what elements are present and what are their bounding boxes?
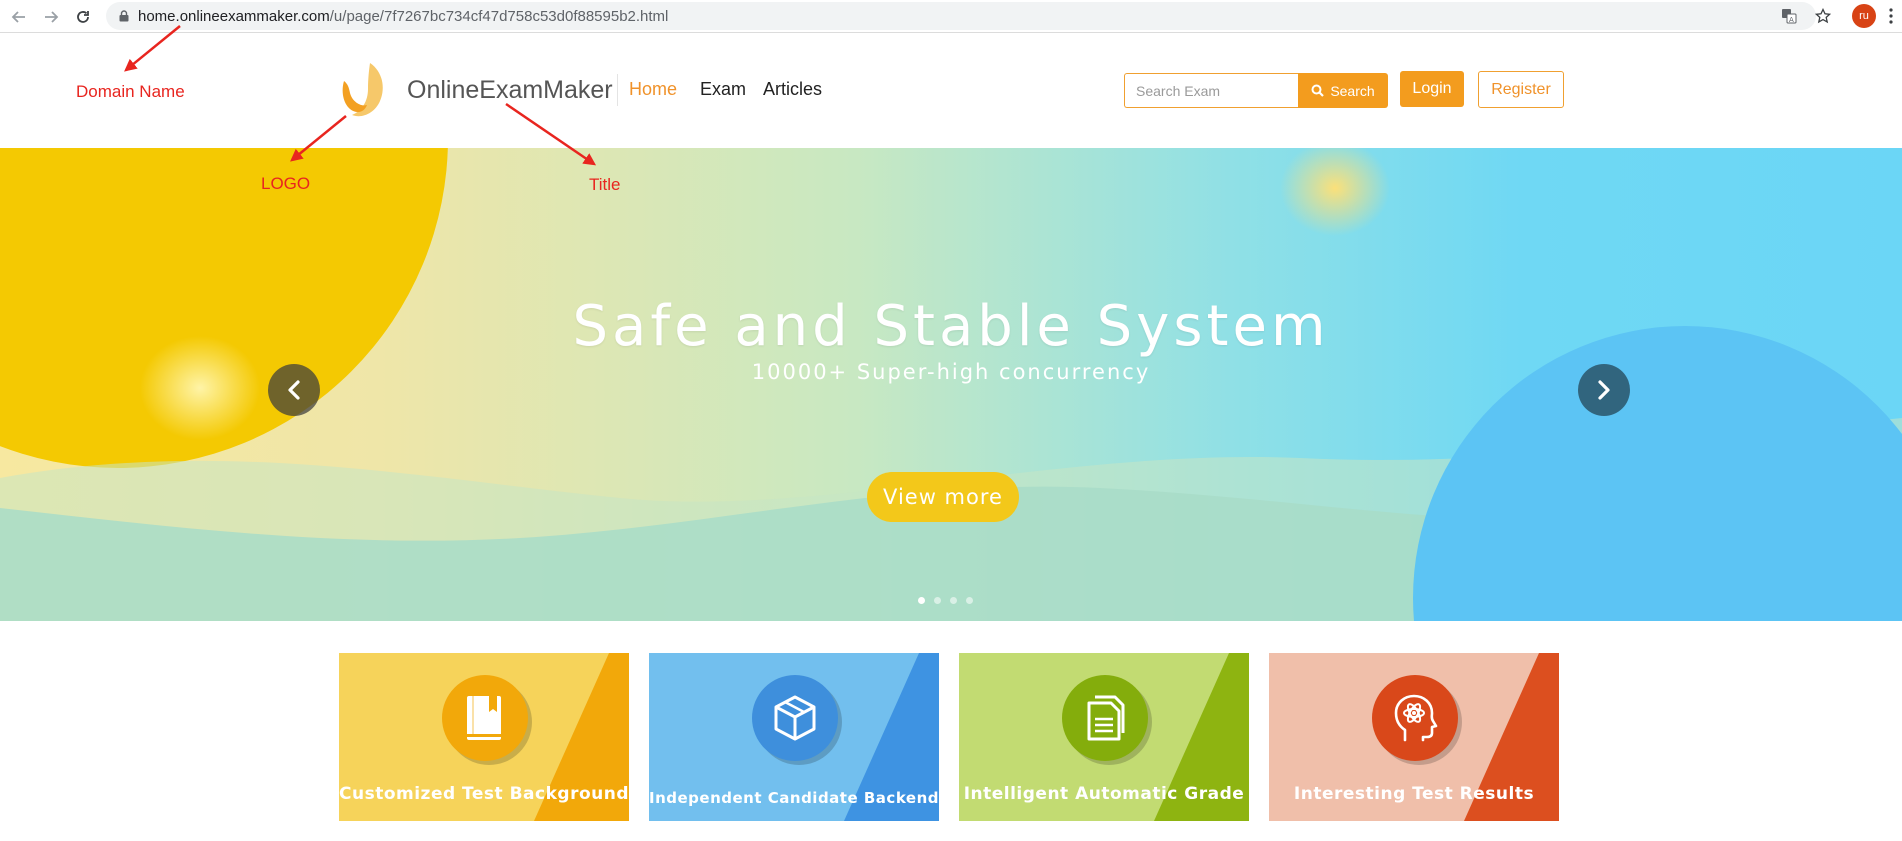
title-divider	[617, 74, 618, 106]
carousel-dot[interactable]	[950, 597, 957, 604]
carousel-indicators	[918, 597, 973, 604]
feature-card-independent-candidate-backend[interactable]: Independent Candidate Backend	[649, 653, 939, 821]
carousel-dot[interactable]	[934, 597, 941, 604]
carousel-next-button[interactable]	[1578, 364, 1630, 416]
register-button[interactable]: Register	[1478, 71, 1564, 108]
translate-icon[interactable]: A	[1778, 5, 1800, 27]
chevron-left-icon	[288, 380, 300, 400]
login-button[interactable]: Login	[1400, 71, 1464, 107]
site-title[interactable]: OnlineExamMaker	[407, 76, 613, 105]
search-button-label: Search	[1330, 82, 1375, 99]
site-header: OnlineExamMaker Home Exam Articles Searc…	[0, 33, 1902, 148]
site-logo[interactable]	[340, 61, 390, 119]
card-icon-circle	[1062, 675, 1148, 761]
reload-icon[interactable]	[72, 6, 94, 28]
search-button[interactable]: Search	[1298, 73, 1388, 108]
card-label: Intelligent Automatic Grade	[963, 784, 1245, 804]
nav-exam[interactable]: Exam	[700, 79, 746, 100]
hero-carousel: Safe and Stable System 10000+ Super-high…	[0, 148, 1902, 621]
feature-card-intelligent-automatic-grade[interactable]: Intelligent Automatic Grade	[959, 653, 1249, 821]
url-host: home.onlineexammaker.com	[138, 8, 330, 25]
address-bar[interactable]: home.onlineexammaker.com/u/page/7f7267bc…	[106, 2, 1816, 30]
carousel-dot[interactable]	[966, 597, 973, 604]
card-label: Customized Test Background	[339, 784, 629, 804]
book-icon	[467, 696, 501, 740]
annotation-logo: LOGO	[261, 174, 311, 193]
card-icon-circle	[442, 675, 528, 761]
search-input[interactable]	[1124, 73, 1298, 108]
browser-toolbar: home.onlineexammaker.com/u/page/7f7267bc…	[0, 0, 1902, 33]
back-icon[interactable]	[8, 6, 30, 28]
profile-avatar[interactable]: ru	[1852, 4, 1876, 28]
url-text: home.onlineexammaker.com/u/page/7f7267bc…	[138, 8, 668, 25]
view-more-button[interactable]: View more	[867, 472, 1019, 522]
lock-icon	[119, 10, 129, 22]
carousel-dot[interactable]	[918, 597, 925, 604]
card-label: Independent Candidate Backend	[649, 789, 939, 807]
nav-home[interactable]: Home	[629, 79, 677, 100]
chevron-right-icon	[1598, 380, 1610, 400]
annotation-domain-name: Domain Name	[76, 82, 185, 101]
card-icon-circle	[752, 675, 838, 761]
document-icon	[1087, 695, 1125, 741]
atom-head-icon	[1394, 694, 1438, 742]
feature-card-customized-test-background[interactable]: Customized Test Background	[339, 653, 629, 821]
bookmark-star-icon[interactable]	[1812, 5, 1834, 27]
card-label: Interesting Test Results	[1293, 784, 1535, 804]
svg-text:A: A	[1789, 16, 1794, 24]
feature-card-interesting-test-results[interactable]: Interesting Test Results	[1269, 653, 1559, 821]
url-path: /u/page/7f7267bc734cf47d758c53d0f88595b2…	[329, 8, 669, 25]
hero-title: Safe and Stable System	[572, 294, 1330, 359]
nav-articles[interactable]: Articles	[763, 79, 822, 100]
annotation-title: Title	[589, 175, 621, 194]
cube-icon	[774, 695, 816, 741]
card-icon-circle	[1372, 675, 1458, 761]
search-icon	[1311, 84, 1325, 97]
forward-icon[interactable]	[40, 6, 62, 28]
menu-kebab-icon[interactable]	[1888, 7, 1894, 25]
carousel-prev-button[interactable]	[268, 364, 320, 416]
